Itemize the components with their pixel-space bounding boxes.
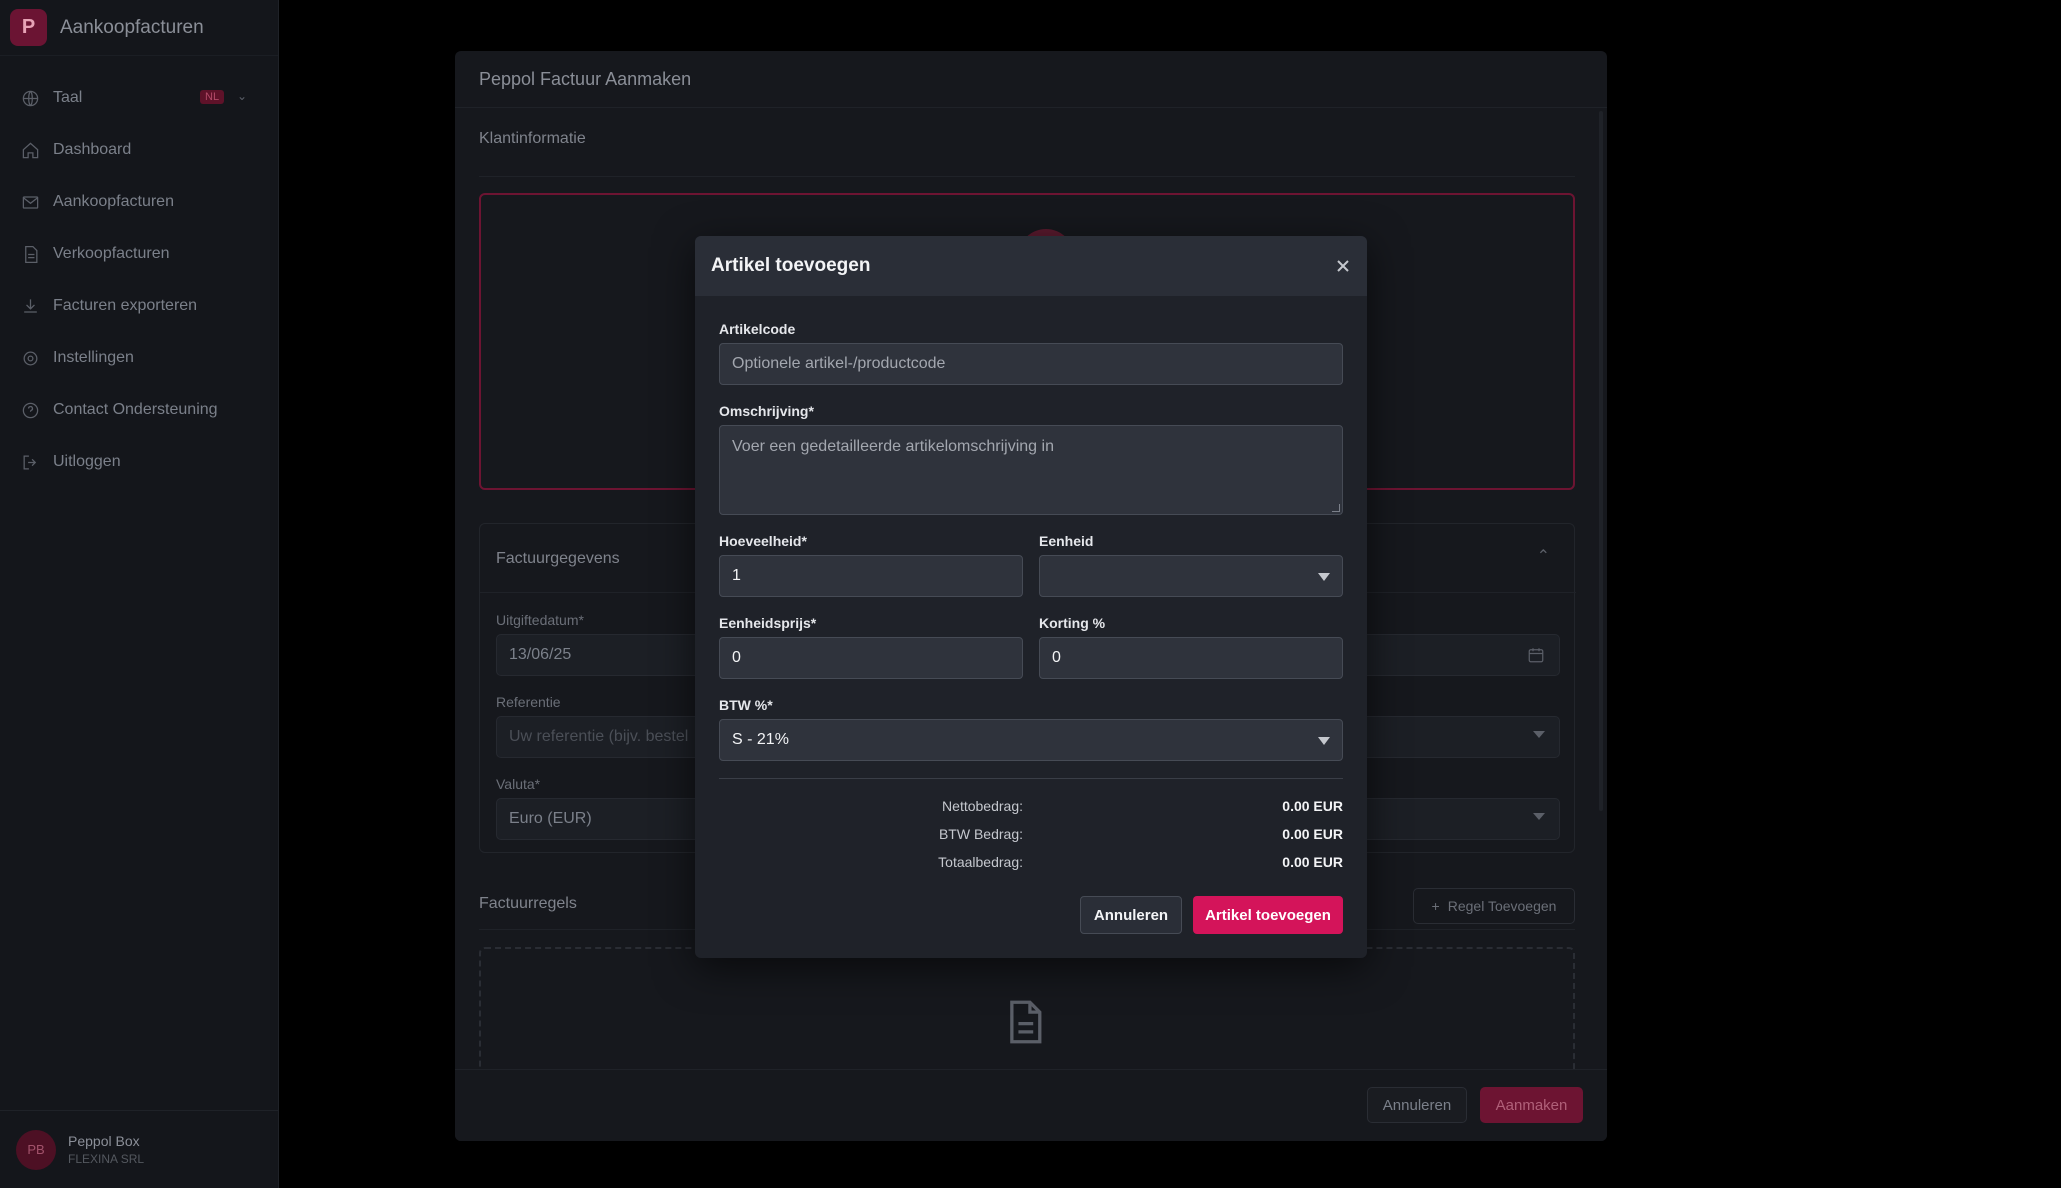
totaal-value: 0.00 EUR <box>1282 854 1343 870</box>
sidebar-nav: Taal NL ⌄ Dashboard Aankoopfacturen Verk… <box>0 72 278 488</box>
sidebar-item-verkoopfacturen[interactable]: Verkoopfacturen <box>0 228 278 280</box>
regels-section-title: Factuurregels <box>479 895 577 912</box>
sidebar-item-contact[interactable]: Contact Ondersteuning <box>0 384 278 436</box>
artikelcode-input[interactable]: Optionele artikel-/productcode <box>719 343 1343 385</box>
sidebar: P Aankoopfacturen Taal NL ⌄ Dashboard Aa… <box>0 0 279 1188</box>
eenheidsprijs-input[interactable]: 0 <box>719 637 1023 679</box>
hoeveelheid-input[interactable]: 1 <box>719 555 1023 597</box>
korting-label: Korting % <box>1039 615 1106 631</box>
user-company: FLEXINA SRL <box>68 1152 145 1166</box>
btw-value: S - 21% <box>732 731 789 748</box>
sidebar-header: P Aankoopfacturen <box>0 0 278 56</box>
close-icon <box>1337 260 1349 272</box>
gear-icon <box>23 351 38 365</box>
referentie-label: Referentie <box>496 694 561 710</box>
resize-handle[interactable] <box>1332 504 1340 512</box>
add-line-button[interactable]: + Regel Toevoegen <box>1413 888 1575 924</box>
sidebar-item-aankoopfacturen[interactable]: Aankoopfacturen <box>0 176 278 228</box>
omschrijving-label: Omschrijving* <box>719 403 814 419</box>
sidebar-item-uitloggen[interactable]: Uitloggen <box>0 436 278 488</box>
app-logo: P <box>10 9 47 46</box>
caret-down-icon <box>1318 737 1330 745</box>
divider <box>455 107 1607 108</box>
caret-down-icon <box>1533 813 1545 820</box>
sidebar-item-instellingen[interactable]: Instellingen <box>0 332 278 384</box>
chevron-up-icon[interactable]: ⌃ <box>1537 546 1550 566</box>
valuta-label: Valuta* <box>496 776 541 792</box>
language-badge: NL <box>200 90 225 104</box>
sidebar-item-dashboard[interactable]: Dashboard <box>0 124 278 176</box>
sidebar-item-label: Verkoopfacturen <box>53 245 170 262</box>
sidebar-item-label: Facturen exporteren <box>53 297 198 314</box>
omschrijving-placeholder: Voer een gedetailleerde artikelomschrijv… <box>732 438 1054 455</box>
create-button[interactable]: Aanmaken <box>1480 1087 1583 1123</box>
avatar: PB <box>16 1129 56 1170</box>
app-title: Aankoopfacturen <box>60 16 204 38</box>
due-date-field[interactable] <box>1360 634 1560 676</box>
add-line-label: Regel Toevoegen <box>1447 898 1557 914</box>
document-icon <box>1010 1000 1042 1044</box>
totaal-label: Totaalbedrag: <box>938 854 1023 870</box>
caret-down-icon <box>1533 731 1545 738</box>
divider <box>719 778 1343 779</box>
user-profile[interactable]: PB Peppol Box FLEXINA SRL <box>0 1110 279 1188</box>
logout-icon <box>23 455 37 469</box>
korting-input[interactable]: 0 <box>1039 637 1343 679</box>
btw-amount-value: 0.00 EUR <box>1282 826 1343 842</box>
netto-label: Nettobedrag: <box>942 798 1023 814</box>
hoeveelheid-label: Hoeveelheid* <box>719 533 807 549</box>
modal-header: Artikel toevoegen <box>695 236 1367 296</box>
calendar-icon <box>1528 648 1544 663</box>
page-title: Peppol Factuur Aanmaken <box>479 69 692 89</box>
sidebar-item-label: Instellingen <box>53 349 134 366</box>
help-icon <box>22 402 39 418</box>
eenheid-label: Eenheid <box>1039 533 1094 549</box>
eenheid-select[interactable] <box>1039 555 1343 597</box>
language-selector[interactable]: Taal NL ⌄ <box>0 72 278 124</box>
eenheidsprijs-label: Eenheidsprijs* <box>719 615 817 631</box>
btw-label: BTW %* <box>719 697 773 713</box>
close-button[interactable] <box>1333 256 1353 276</box>
cancel-button[interactable]: Annuleren <box>1367 1087 1467 1123</box>
btw-amount-label: BTW Bedrag: <box>938 826 1023 842</box>
add-item-button[interactable]: Artikel toevoegen <box>1193 896 1343 934</box>
mail-icon <box>22 195 39 209</box>
klant-section-title: Klantinformatie <box>479 130 586 147</box>
btw-select[interactable]: S - 21% <box>719 719 1343 761</box>
add-item-modal: Artikel toevoegen Artikelcode Optionele … <box>695 236 1367 958</box>
artikelcode-label: Artikelcode <box>719 321 796 337</box>
factuur-section-title: Factuurgegevens <box>496 550 620 567</box>
select-field[interactable] <box>1360 716 1560 758</box>
netto-value: 0.00 EUR <box>1282 798 1343 814</box>
scrollbar[interactable] <box>1599 111 1603 811</box>
user-name: Peppol Box <box>68 1133 140 1149</box>
sidebar-item-label: Aankoopfacturen <box>53 193 174 210</box>
plus-icon: + <box>1431 898 1440 914</box>
sidebar-item-label: Contact Ondersteuning <box>53 401 218 418</box>
caret-down-icon <box>1318 573 1330 581</box>
home-icon <box>22 142 39 158</box>
select-field[interactable] <box>1360 798 1560 840</box>
cancel-button[interactable]: Annuleren <box>1080 896 1182 934</box>
uitgiftedatum-label: Uitgiftedatum* <box>496 612 584 628</box>
sidebar-item-label: Dashboard <box>53 141 132 158</box>
sidebar-item-facturen-exporteren[interactable]: Facturen exporteren <box>0 280 278 332</box>
chevron-down-icon: ⌄ <box>237 89 248 103</box>
download-icon <box>24 298 37 313</box>
globe-icon <box>22 90 39 106</box>
omschrijving-textarea[interactable]: Voer een gedetailleerde artikelomschrijv… <box>719 425 1343 515</box>
panel-footer: Annuleren Aanmaken <box>455 1069 1607 1141</box>
sidebar-item-label: Uitloggen <box>53 453 121 470</box>
language-label: Taal <box>53 89 83 106</box>
modal-title: Artikel toevoegen <box>711 255 871 276</box>
document-icon <box>25 245 38 263</box>
user-info: Peppol Box FLEXINA SRL <box>68 1133 144 1166</box>
divider <box>479 176 1575 177</box>
